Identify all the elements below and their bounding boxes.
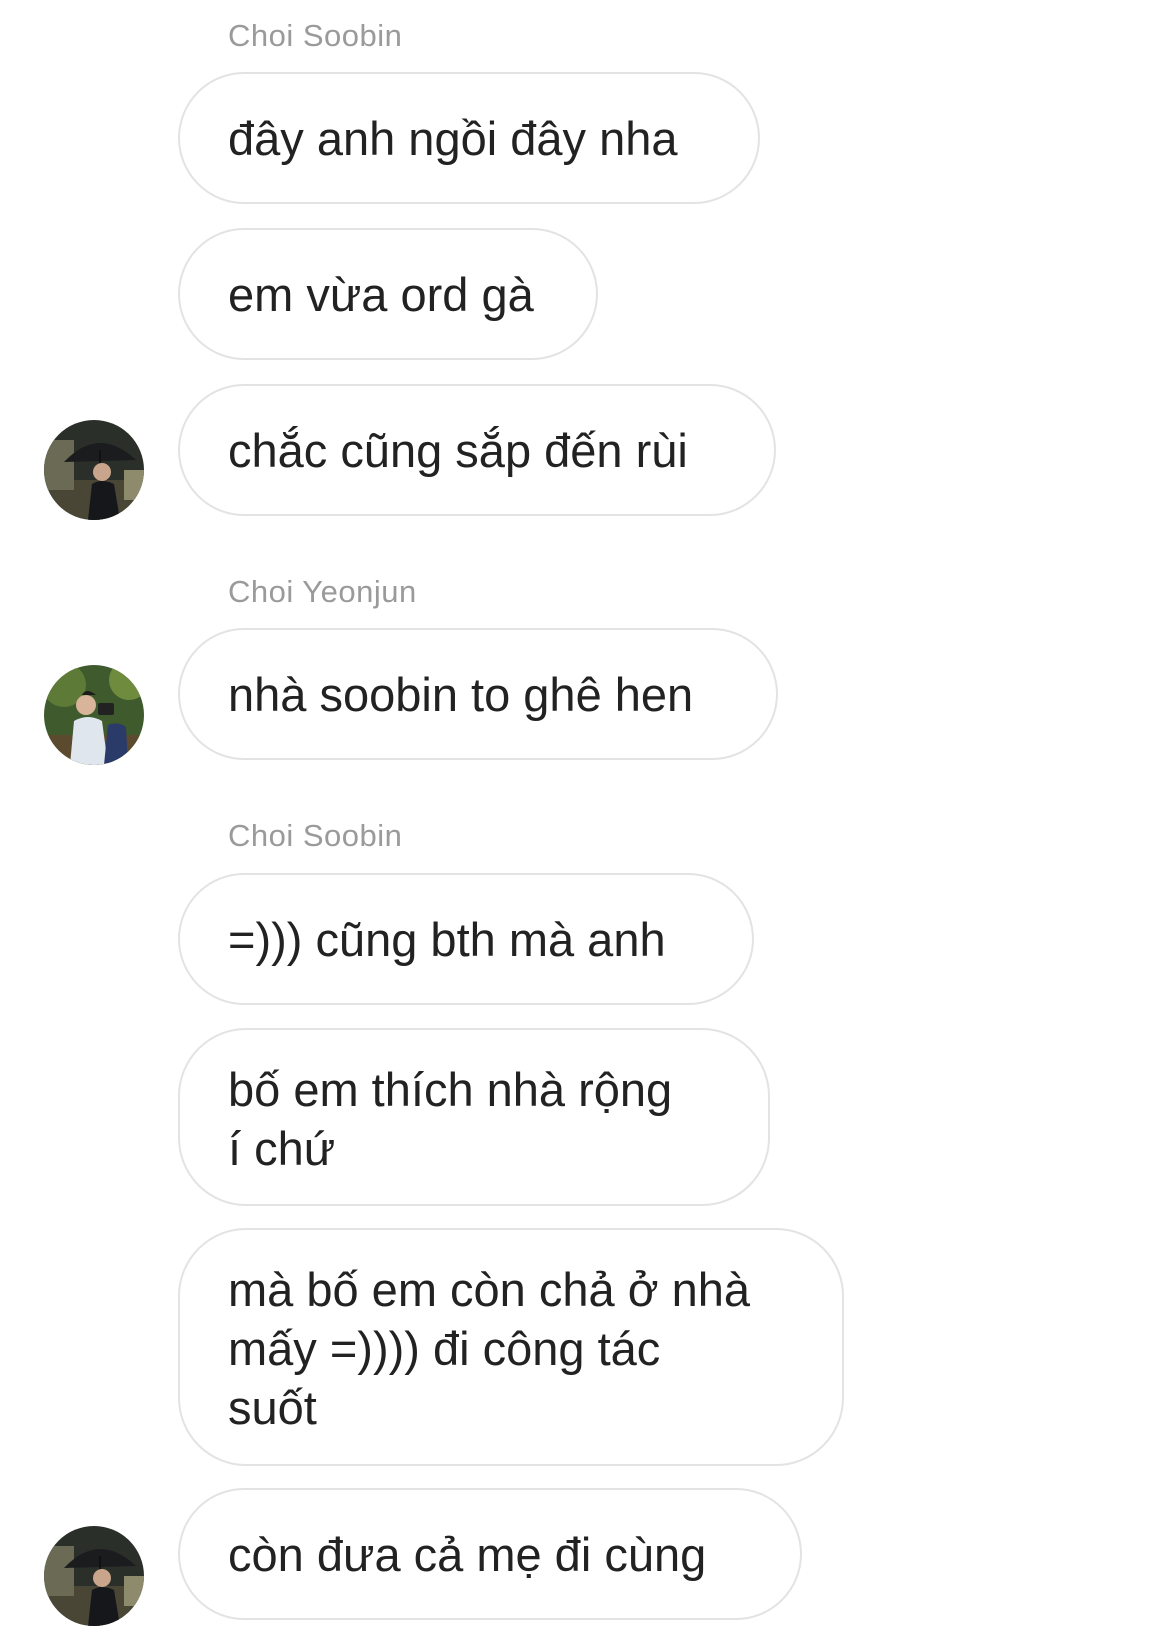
avatar-soobin[interactable] [44, 1526, 144, 1626]
message-bubble[interactable]: em vừa ord gà [178, 228, 598, 360]
message-text: đây anh ngồi đây nha [228, 111, 678, 165]
message-bubble[interactable]: =))) cũng bth mà anh [178, 873, 754, 1005]
avatar-yeonjun[interactable] [44, 665, 144, 765]
message-text: chắc cũng sắp đến rùi [228, 423, 688, 477]
message-text: mà bố em còn chả ở nhà mấy =)))) đi công… [228, 1263, 751, 1434]
sender-name: Choi Soobin [228, 818, 403, 853]
message-text: em vừa ord gà [228, 267, 534, 321]
message-text: bố em thích nhà rộng í chứ [228, 1063, 673, 1175]
message-text: nhà soobin to ghê hen [228, 667, 694, 721]
avatar-photo-camera-park-icon [44, 665, 144, 765]
avatar-soobin[interactable] [44, 420, 144, 520]
message-bubble[interactable]: nhà soobin to ghê hen [178, 628, 778, 760]
chat-thread: Choi Soobin đây anh ngồi đây nha em vừa … [0, 0, 1170, 1650]
message-bubble[interactable]: chắc cũng sắp đến rùi [178, 384, 776, 516]
avatar-photo-umbrella-night-icon [44, 420, 144, 520]
sender-name: Choi Yeonjun [228, 574, 417, 609]
message-bubble[interactable]: mà bố em còn chả ở nhà mấy =)))) đi công… [178, 1228, 844, 1466]
message-text: còn đưa cả mẹ đi cùng [228, 1527, 707, 1581]
avatar-photo-umbrella-night-icon [44, 1526, 144, 1626]
message-bubble[interactable]: đây anh ngồi đây nha [178, 72, 760, 204]
sender-name: Choi Soobin [228, 18, 403, 53]
message-text: =))) cũng bth mà anh [228, 912, 666, 966]
message-bubble[interactable]: bố em thích nhà rộng í chứ [178, 1028, 770, 1206]
message-bubble[interactable]: còn đưa cả mẹ đi cùng [178, 1488, 802, 1620]
